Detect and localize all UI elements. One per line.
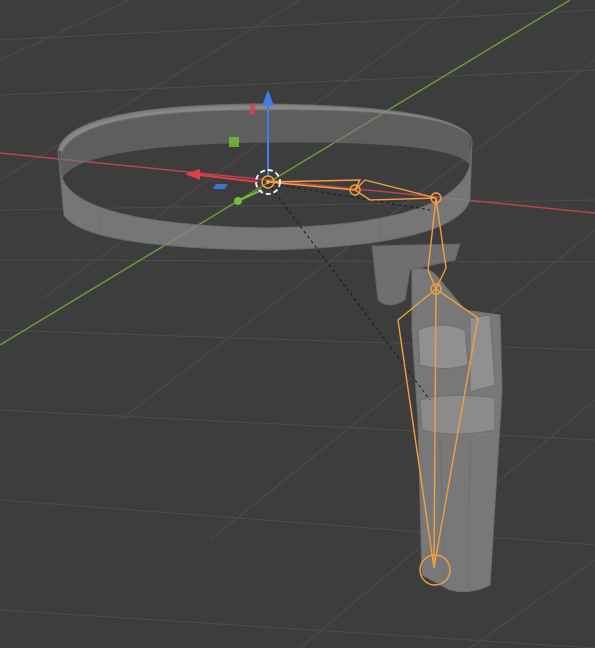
grid-line <box>0 69 595 96</box>
finger-mesh[interactable] <box>411 268 503 593</box>
grid-line <box>0 0 131 61</box>
grid-line <box>0 499 595 546</box>
finger-side-plate <box>469 314 496 393</box>
gizmo-y-axis-line <box>239 189 263 201</box>
gizmo-y-handle[interactable] <box>234 197 242 205</box>
object-origin-dot <box>266 180 270 184</box>
grid-line <box>0 259 595 263</box>
y-axis-line <box>0 0 571 346</box>
gizmo-plane-xz-handle[interactable] <box>229 137 239 147</box>
3d-viewport[interactable] <box>0 0 595 648</box>
finger-joint-top <box>417 324 469 369</box>
parent-relationship-line <box>267 182 431 211</box>
grid-line <box>0 609 595 648</box>
grid-line <box>0 409 595 441</box>
gizmo-x-arrow[interactable] <box>185 169 200 180</box>
gizmo-plane-xy-handle[interactable] <box>212 184 228 189</box>
gizmo-z-arrow[interactable] <box>262 90 274 106</box>
floor-grid <box>0 0 595 648</box>
grid-line <box>0 329 595 351</box>
scene-canvas[interactable] <box>0 0 595 648</box>
grid-line <box>0 0 301 181</box>
finger-joint-mid <box>419 394 496 435</box>
grid-line <box>0 9 595 41</box>
gizmo-plane-yz-handle[interactable] <box>250 103 255 115</box>
ring-mesh[interactable] <box>57 103 473 306</box>
